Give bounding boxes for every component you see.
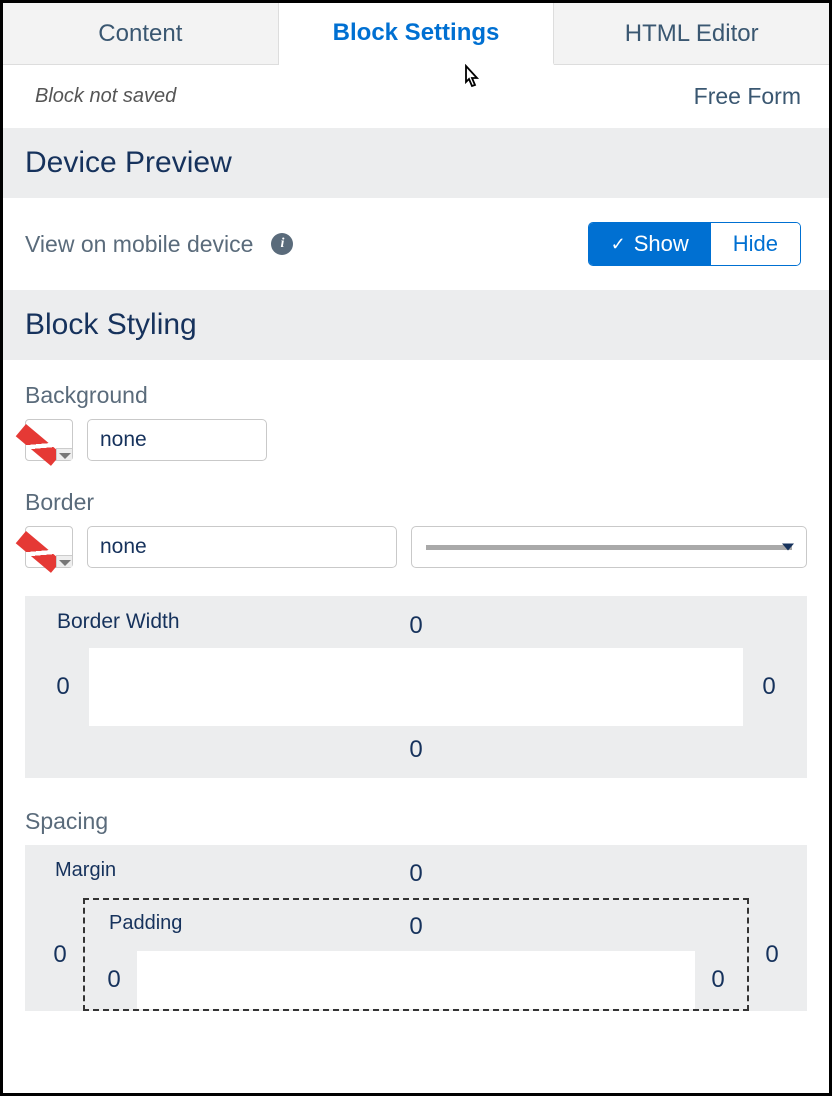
background-label: Background — [25, 382, 807, 409]
tab-block-settings[interactable]: Block Settings — [279, 3, 555, 65]
show-button[interactable]: ✓ Show — [589, 223, 711, 265]
show-hide-toggle: ✓ Show Hide — [588, 222, 801, 266]
mobile-preview-label: View on mobile device — [25, 231, 253, 258]
margin-top[interactable]: 0 — [51, 860, 781, 888]
block-save-status: Block not saved — [35, 85, 176, 108]
padding-inner — [137, 951, 695, 1009]
show-label: Show — [634, 231, 689, 257]
border-width-left[interactable]: 0 — [53, 673, 73, 701]
check-icon: ✓ — [611, 234, 626, 255]
block-styling-header: Block Styling — [3, 290, 829, 360]
border-label: Border — [25, 489, 807, 516]
padding-right[interactable]: 0 — [709, 966, 727, 994]
device-preview-row: View on mobile device i ✓ Show Hide — [3, 198, 829, 290]
info-icon[interactable]: i — [271, 233, 293, 255]
device-preview-header: Device Preview — [3, 128, 829, 198]
border-width-inner — [89, 648, 743, 726]
background-color-picker[interactable] — [25, 419, 73, 461]
layout-type: Free Form — [694, 83, 801, 110]
background-value-input[interactable] — [87, 419, 267, 461]
margin-right[interactable]: 0 — [763, 941, 781, 969]
padding-left[interactable]: 0 — [105, 966, 123, 994]
border-value-input[interactable] — [87, 526, 397, 568]
hide-button[interactable]: Hide — [711, 223, 800, 265]
status-row: Block not saved Free Form — [3, 65, 829, 128]
padding-box: Padding 0 0 0 — [83, 898, 749, 1011]
border-style-line-icon — [426, 545, 792, 550]
margin-left[interactable]: 0 — [51, 941, 69, 969]
tab-html-editor[interactable]: HTML Editor — [554, 3, 829, 64]
border-width-box: Border Width 0 0 0 0 — [25, 596, 807, 778]
tab-bar: Content Block Settings HTML Editor — [3, 3, 829, 65]
padding-top[interactable]: 0 — [105, 913, 727, 941]
border-color-picker[interactable] — [25, 526, 73, 568]
spacing-box: Margin 0 0 Padding 0 0 0 0 — [25, 845, 807, 1011]
border-width-right[interactable]: 0 — [759, 673, 779, 701]
tab-content[interactable]: Content — [3, 3, 279, 64]
border-width-bottom[interactable]: 0 — [53, 736, 779, 764]
border-style-select[interactable] — [411, 526, 807, 568]
spacing-label: Spacing — [25, 808, 807, 835]
